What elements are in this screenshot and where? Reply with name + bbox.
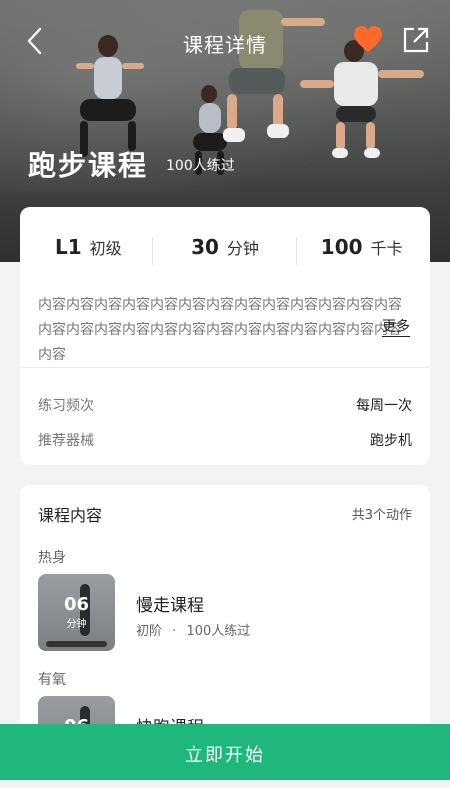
divider [152,237,153,265]
frequency-label: 练习频次 [38,398,94,414]
course-stats: L1 初级 30 分钟 100 千卡 [20,235,430,269]
favorite-button[interactable] [352,24,384,56]
lesson-name[interactable]: 慢走课程 [136,591,204,616]
frequency-value: 每周一次 [356,398,412,414]
course-name: 跑步课程 [28,149,149,182]
start-button[interactable]: 立即开始 [0,724,450,780]
share-icon [403,27,429,53]
course-description: 内容内容内容内容内容内容内容内容内容内容内容内容内容内容内容内容内容内容内容内容… [38,297,402,363]
level-value: L1 [54,235,82,259]
level-stat: L1 初级 [20,235,157,269]
top-navigation-bar: 课程详情 [0,0,450,80]
frequency-row: 练习频次 每周一次 [38,395,412,415]
group-label: 有氧 [38,672,66,688]
more-link[interactable]: 更多 [382,318,410,337]
lesson-duration: 06 [63,594,90,615]
duration-value: 30 [191,235,219,259]
lesson-level: 初阶 [136,624,163,639]
divider [296,237,297,265]
level-label: 初级 [89,239,122,258]
equipment-row: 推荐器械 跑步机 [38,430,412,450]
meta-separator: · [172,624,177,639]
lesson-trained-count: 100人练过 [186,624,251,639]
duration-stat: 30 分钟 [157,235,294,269]
lesson-thumbnail[interactable]: 06 分钟 [38,574,115,651]
group-label: 热身 [38,550,66,566]
lesson-duration-unit: 分钟 [66,619,87,630]
treadmill-belt [46,641,107,647]
action-count: 共3个动作 [351,508,412,523]
course-summary-card: L1 初级 30 分钟 100 千卡 内容内容内容内容内容内容内容内容内容内容内… [20,207,430,465]
calories-value: 100 [320,235,363,259]
calories-unit: 千卡 [370,239,403,258]
section-title: 课程内容 [38,506,103,525]
trained-count: 100人练过 [166,158,235,174]
duration-unit: 分钟 [226,239,259,258]
equipment-value: 跑步机 [370,433,412,449]
heart-icon [354,26,382,52]
share-button[interactable] [400,24,432,56]
calories-stat: 100 千卡 [293,235,430,269]
divider [20,367,430,368]
lesson-meta: 初阶 · 100人练过 [136,620,250,639]
equipment-label: 推荐器械 [38,433,94,449]
